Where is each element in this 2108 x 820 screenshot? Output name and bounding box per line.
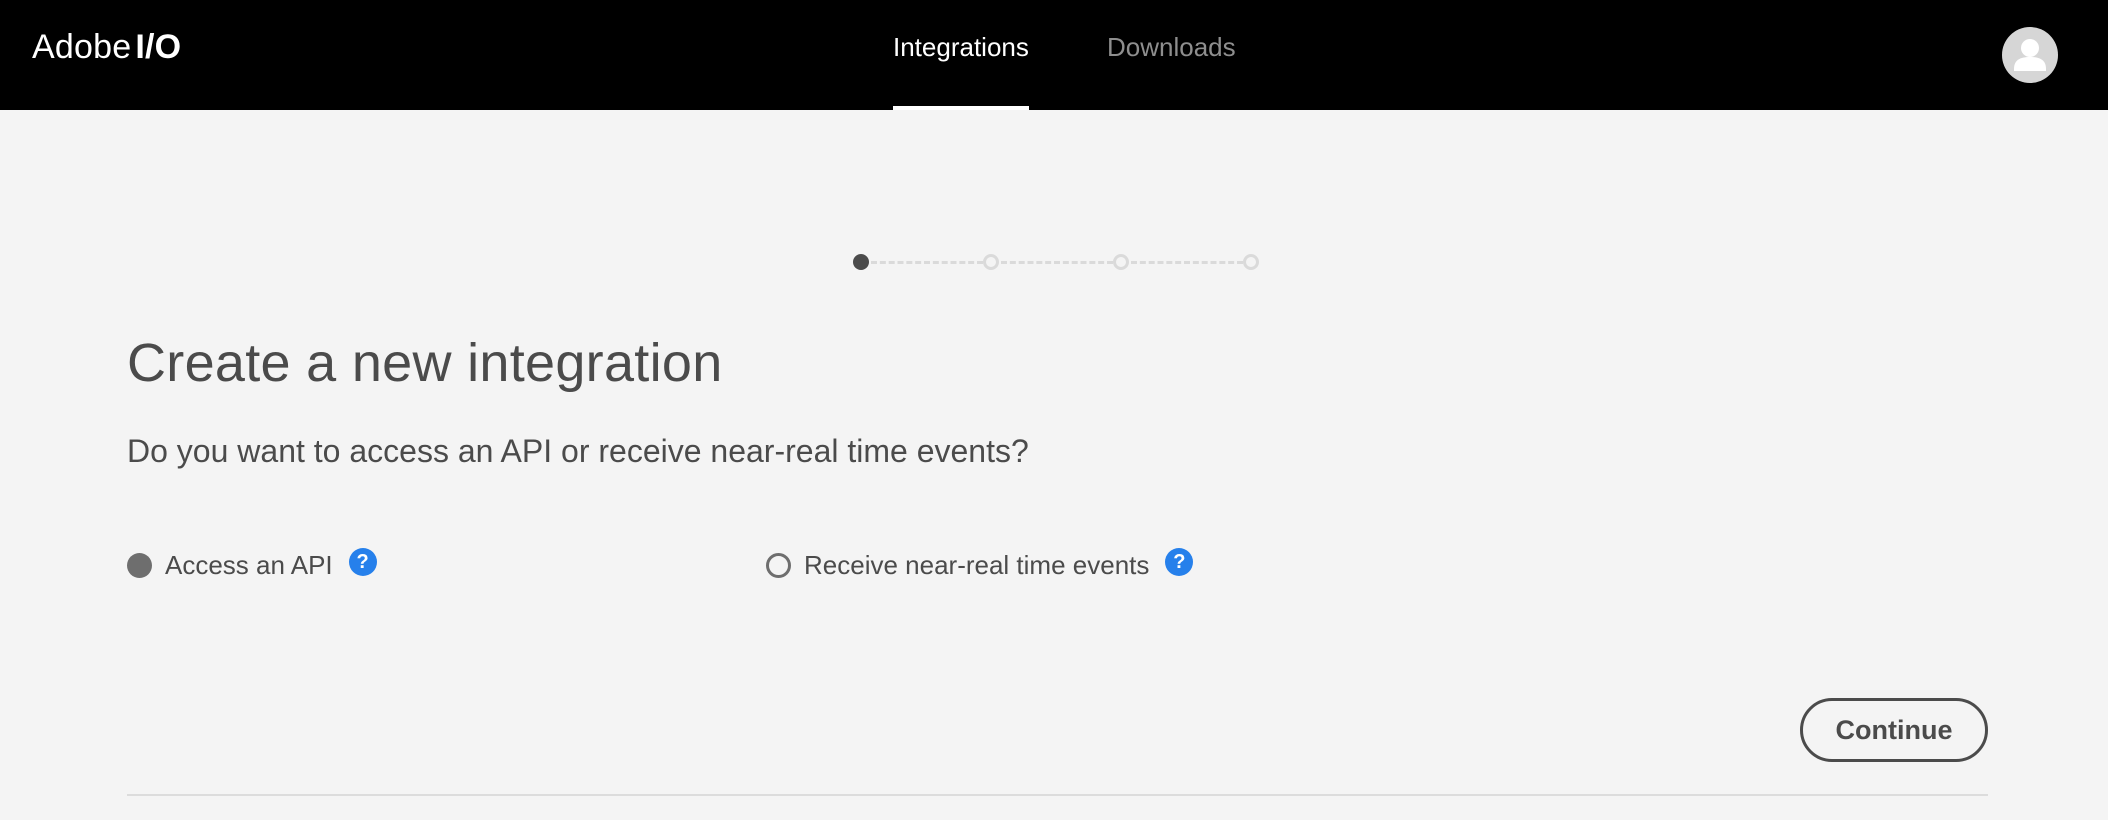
stepper-connector [871, 261, 983, 264]
question-mark-icon[interactable]: ? [1165, 548, 1194, 576]
user-silhouette-icon [2014, 39, 2046, 71]
step-1-dot [853, 254, 869, 270]
tab-integrations[interactable]: Integrations [893, 32, 1029, 110]
step-2-dot [983, 254, 999, 270]
page-title: Create a new integration [127, 333, 723, 393]
radio-access-api[interactable] [127, 552, 152, 578]
stepper-connector [1001, 261, 1113, 264]
option-receive-events-label: Receive near-real time events [804, 549, 1150, 580]
stepper-connector [1131, 261, 1243, 264]
progress-stepper [853, 250, 1263, 274]
tab-downloads[interactable]: Downloads [1107, 32, 1236, 110]
top-navigation-bar: Adobe I/O Integrations Downloads [0, 0, 2108, 110]
option-access-api-label: Access an API [165, 549, 333, 580]
footer-divider [127, 794, 1988, 796]
radio-receive-events[interactable] [766, 552, 791, 578]
option-receive-events[interactable]: Receive near-real time events ? [766, 545, 1194, 585]
option-access-api[interactable]: Access an API ? [127, 545, 377, 585]
integration-type-question: Do you want to access an API or receive … [127, 433, 1029, 469]
continue-button[interactable]: Continue [1800, 698, 1988, 762]
step-3-dot [1113, 254, 1129, 270]
question-mark-icon[interactable]: ? [348, 548, 377, 576]
main-nav: Integrations Downloads [0, 0, 2108, 110]
user-avatar-icon[interactable] [2002, 27, 2058, 83]
step-4-dot [1243, 254, 1259, 270]
